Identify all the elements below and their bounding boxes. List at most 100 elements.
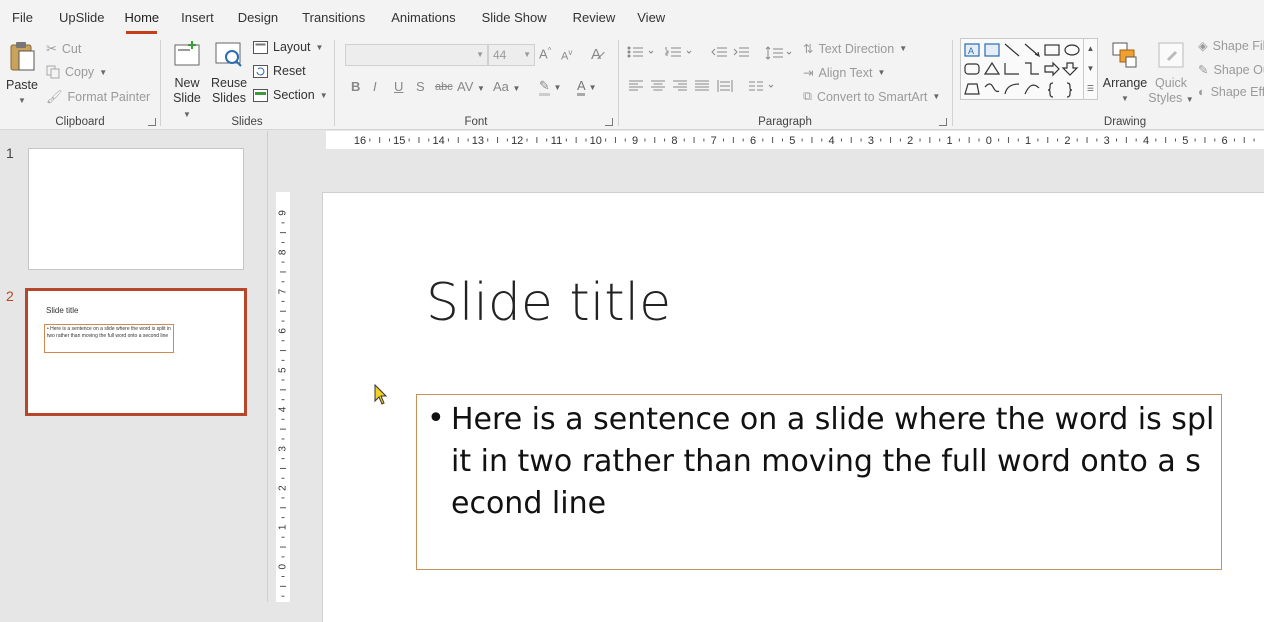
reset-button[interactable]: Reset bbox=[253, 64, 306, 78]
convert-smartart-button[interactable]: ⧉ Convert to SmartArt ▼ bbox=[803, 89, 940, 104]
ribbon-tabs: File UpSlide Home Insert Design Transiti… bbox=[0, 0, 1264, 36]
shape-effects-label: Shape Eff bbox=[1210, 85, 1264, 99]
grow-font-icon[interactable]: A^ bbox=[539, 46, 551, 61]
slides-group: New Slide ▼ Reuse Slides Layout ▼ Reset … bbox=[161, 36, 333, 130]
shrink-font-icon[interactable]: Av bbox=[561, 48, 572, 63]
paintbrush-icon: 🖌 bbox=[46, 89, 63, 104]
ruler-label: 4 bbox=[829, 135, 835, 147]
ruler-label: 5 bbox=[278, 367, 289, 373]
tab-animations[interactable]: Animations bbox=[381, 1, 465, 35]
ruler-label: 3 bbox=[278, 446, 289, 452]
highlight-color-button[interactable]: ✎ ▼ bbox=[539, 78, 561, 96]
columns-icon[interactable] bbox=[749, 80, 777, 92]
bold-button[interactable]: B bbox=[351, 79, 360, 94]
align-text-icon: ⇥ bbox=[803, 66, 814, 80]
paste-dropdown-icon[interactable]: ▼ bbox=[4, 93, 40, 108]
character-spacing-button[interactable]: AV ▼ bbox=[457, 79, 485, 94]
font-size-dropdown-icon[interactable]: ▼ bbox=[523, 45, 531, 65]
tab-home[interactable]: Home bbox=[114, 1, 169, 35]
bullets-icon[interactable] bbox=[627, 46, 655, 58]
align-right-icon[interactable] bbox=[673, 80, 687, 92]
text-direction-button[interactable]: ⇅ Text Direction ▼ bbox=[803, 41, 907, 57]
tab-slide-show[interactable]: Slide Show bbox=[472, 1, 557, 35]
slide-thumbnail-1[interactable] bbox=[28, 148, 244, 270]
quick-styles-label-2: Styles ▼ bbox=[1148, 91, 1194, 105]
italic-button[interactable]: I bbox=[373, 79, 377, 94]
reuse-slides-button[interactable]: Reuse Slides bbox=[211, 40, 247, 106]
ruler-label: 11 bbox=[551, 135, 562, 147]
font-dialog-launcher-icon[interactable] bbox=[605, 118, 613, 126]
shape-fill-button[interactable]: ◈ Shape Fil bbox=[1198, 38, 1264, 54]
decrease-indent-icon[interactable] bbox=[711, 46, 727, 58]
change-case-button[interactable]: Aa ▼ bbox=[493, 79, 520, 94]
align-left-icon[interactable] bbox=[629, 80, 643, 92]
tab-design[interactable]: Design bbox=[228, 1, 288, 35]
font-size-combo[interactable]: 44 ▼ bbox=[488, 44, 535, 66]
reuse-label-1: Reuse bbox=[211, 76, 248, 90]
shadow-button[interactable]: S bbox=[416, 79, 425, 94]
paragraph-group-label: Paragraph bbox=[758, 116, 812, 128]
highlighter-icon: ✎ bbox=[539, 78, 550, 96]
tab-insert[interactable]: Insert bbox=[171, 1, 224, 35]
bullet-icon: • bbox=[427, 401, 445, 436]
content-placeholder[interactable]: • Here is a sentence on a slide where th… bbox=[416, 394, 1222, 570]
reset-icon bbox=[253, 64, 268, 78]
underline-button[interactable]: U bbox=[394, 79, 403, 94]
vertical-ruler: 9 8 7 6 5 4 3 2 1 0 bbox=[276, 192, 290, 602]
gallery-more-icon[interactable]: ☰ bbox=[1083, 79, 1097, 99]
ruler-label: 2 bbox=[278, 485, 289, 491]
slide-title[interactable]: Slide title bbox=[426, 273, 671, 333]
shapes-gallery[interactable]: A ▲ ▼ ☰ bbox=[960, 38, 1098, 100]
ruler-label: 13 bbox=[472, 135, 484, 147]
paste-button[interactable]: Paste ▼ bbox=[4, 40, 40, 108]
justify-icon[interactable] bbox=[695, 80, 709, 92]
ruler-label: 12 bbox=[511, 135, 523, 147]
format-painter-button[interactable]: 🖌 Format Painter bbox=[46, 89, 150, 105]
thumbnail-text-box: • Here is a sentence on a slide where th… bbox=[44, 324, 174, 353]
section-button[interactable]: Section ▼ bbox=[253, 88, 328, 102]
shape-effects-icon: ◐ bbox=[1198, 85, 1206, 99]
tab-file[interactable]: File bbox=[2, 1, 43, 35]
font-group-label: Font bbox=[464, 116, 488, 128]
shape-outline-button[interactable]: ✎ Shape Ou bbox=[1198, 62, 1264, 78]
distributed-icon[interactable] bbox=[717, 80, 733, 92]
paragraph-dialog-launcher-icon[interactable] bbox=[939, 118, 947, 126]
new-slide-label-1: New bbox=[174, 76, 200, 90]
gallery-scroll-down-icon[interactable]: ▼ bbox=[1083, 59, 1097, 79]
clipboard-group: Paste ▼ ✂ Cut Copy ▼ 🖌 Format Painter Cl… bbox=[0, 36, 160, 130]
cut-button[interactable]: ✂ Cut bbox=[46, 41, 81, 57]
shape-effects-button[interactable]: ◐ Shape Eff bbox=[1198, 85, 1264, 99]
slide-thumbnail-2[interactable]: Slide title • Here is a sentence on a sl… bbox=[25, 288, 247, 416]
ruler-label: 5 bbox=[789, 135, 795, 147]
font-group: ▼ 44 ▼ A^ Av A̷ B I U S abc AV ▼ Aa ▼ ✎ … bbox=[335, 36, 617, 130]
copy-button[interactable]: Copy ▼ bbox=[46, 65, 107, 79]
font-name-dropdown-icon[interactable]: ▼ bbox=[476, 45, 484, 65]
tab-transitions[interactable]: Transitions bbox=[292, 1, 375, 35]
new-slide-button[interactable]: New Slide ▼ bbox=[169, 40, 205, 122]
layout-button[interactable]: Layout ▼ bbox=[253, 40, 323, 54]
increase-indent-icon[interactable] bbox=[733, 46, 749, 58]
bullet-text[interactable]: Here is a sentence on a slide where the … bbox=[451, 399, 1217, 525]
cut-label: Cut bbox=[61, 42, 82, 56]
tab-upslide[interactable]: UpSlide bbox=[49, 1, 115, 35]
section-icon bbox=[253, 88, 268, 102]
ruler-label: 0 bbox=[278, 563, 289, 569]
line-spacing-icon[interactable] bbox=[765, 46, 793, 60]
ruler-label: 1 bbox=[946, 135, 952, 147]
tab-view[interactable]: View bbox=[627, 1, 675, 35]
ruler-label: 0 bbox=[986, 135, 992, 147]
arrange-button[interactable]: Arrange ▼ bbox=[1102, 40, 1148, 106]
clipboard-dialog-launcher-icon[interactable] bbox=[148, 118, 156, 126]
gallery-scroll-up-icon[interactable]: ▲ bbox=[1083, 39, 1097, 59]
tab-review[interactable]: Review bbox=[563, 1, 626, 35]
numbering-icon[interactable] bbox=[665, 46, 693, 58]
font-name-combo[interactable]: ▼ bbox=[345, 44, 488, 66]
font-color-button[interactable]: A ▼ bbox=[577, 78, 597, 96]
quick-styles-button[interactable]: Quick Styles ▼ bbox=[1148, 40, 1194, 107]
strikethrough-button[interactable]: abc bbox=[435, 81, 453, 93]
clear-formatting-icon[interactable]: A̷ bbox=[591, 46, 601, 63]
character-spacing-label: AV bbox=[457, 79, 474, 94]
align-center-icon[interactable] bbox=[651, 80, 665, 92]
align-text-button[interactable]: ⇥ Align Text ▼ bbox=[803, 65, 885, 81]
copy-dropdown-icon[interactable]: ▼ bbox=[99, 68, 107, 77]
